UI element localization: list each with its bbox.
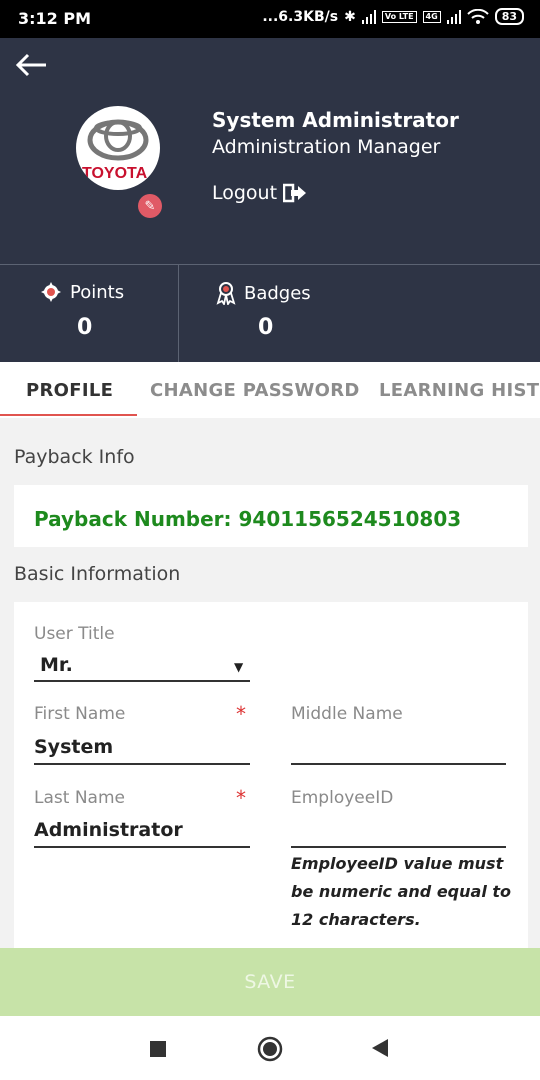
points-stat: Points 0 [0, 265, 179, 363]
user-role: Administration Manager [212, 136, 441, 158]
avatar: TOYOTA [76, 106, 160, 190]
signal-icon [361, 9, 376, 24]
first-name-underline [34, 763, 250, 765]
profile-tabs: PROFILE CHANGE PASSWORD LEARNING HISTO [0, 362, 540, 418]
home-icon[interactable] [257, 1036, 283, 1062]
payback-section-title: Payback Info [14, 446, 135, 468]
payback-number: Payback Number: 9401156524510803 [34, 507, 462, 531]
badges-label: Badges [244, 282, 311, 304]
active-tab-indicator [0, 414, 137, 416]
back-arrow-icon[interactable] [14, 50, 50, 80]
tab-profile[interactable]: PROFILE [26, 380, 113, 401]
bluetooth-icon: ✱ [344, 8, 356, 25]
profile-header: TOYOTA ✎ System Administrator Administra… [0, 38, 540, 264]
last-name-underline [34, 846, 250, 848]
back-nav-icon[interactable] [371, 1038, 389, 1058]
tab-change-password[interactable]: CHANGE PASSWORD [150, 380, 360, 401]
volte-icon: Vo LTE [381, 10, 417, 23]
battery-icon: 83 [494, 8, 524, 25]
status-time: 3:12 PM [18, 9, 92, 28]
last-name-label: Last Name [34, 788, 125, 808]
badges-stat: Badges 0 [180, 265, 540, 363]
logout-label: Logout [212, 182, 278, 204]
user-title-underline [34, 680, 250, 682]
network-type-icon: 4G [422, 10, 441, 23]
tab-learning-history[interactable]: LEARNING HISTO [379, 380, 540, 401]
points-header: Points [40, 281, 124, 303]
recents-icon[interactable] [149, 1040, 167, 1058]
system-nav-bar [0, 1016, 540, 1080]
employee-id-hint: EmployeeID value must be numeric and equ… [291, 854, 512, 929]
edit-avatar-icon[interactable]: ✎ [138, 194, 162, 218]
toyota-logo: TOYOTA [82, 119, 149, 182]
points-value: 0 [77, 315, 93, 340]
points-label: Points [70, 281, 125, 303]
save-button[interactable]: SAVE [0, 948, 540, 1016]
chevron-down-icon: ▼ [234, 660, 244, 674]
employee-id-label: EmployeeID [291, 788, 394, 808]
last-name-required-mark: * [236, 786, 246, 810]
first-name-value: System [34, 736, 114, 758]
basic-info-card: User Title Mr. ▼ First Name * System Mid… [14, 602, 528, 948]
user-title-value: Mr. [40, 654, 73, 676]
status-bar: 3:12 PM ...6.3KB/s ✱ Vo LTE 4G 83 [0, 0, 540, 38]
net-speed: ...6.3KB/s [262, 8, 339, 25]
badges-value: 0 [258, 315, 274, 340]
logout-button[interactable]: Logout [212, 182, 307, 204]
employee-id-underline [291, 846, 506, 848]
user-title-label: User Title [34, 624, 115, 644]
payback-card: Payback Number: 9401156524510803 [14, 485, 528, 547]
first-name-required-mark: * [236, 702, 246, 726]
wifi-icon [466, 8, 489, 24]
first-name-label: First Name [34, 704, 126, 724]
middle-name-label: Middle Name [291, 704, 403, 724]
points-icon [41, 282, 61, 302]
svg-text:TOYOTA: TOYOTA [82, 165, 148, 182]
badge-icon [216, 282, 236, 305]
logout-icon [283, 183, 307, 203]
badges-header: Badges [216, 281, 311, 305]
stats-bar: Points 0 Badges 0 [0, 264, 540, 363]
middle-name-underline [291, 763, 506, 765]
save-label: SAVE [244, 971, 296, 993]
user-name: System Administrator [212, 108, 459, 132]
signal-icon-2 [446, 9, 461, 24]
last-name-value: Administrator [34, 819, 183, 841]
basic-info-section-title: Basic Information [14, 563, 181, 585]
